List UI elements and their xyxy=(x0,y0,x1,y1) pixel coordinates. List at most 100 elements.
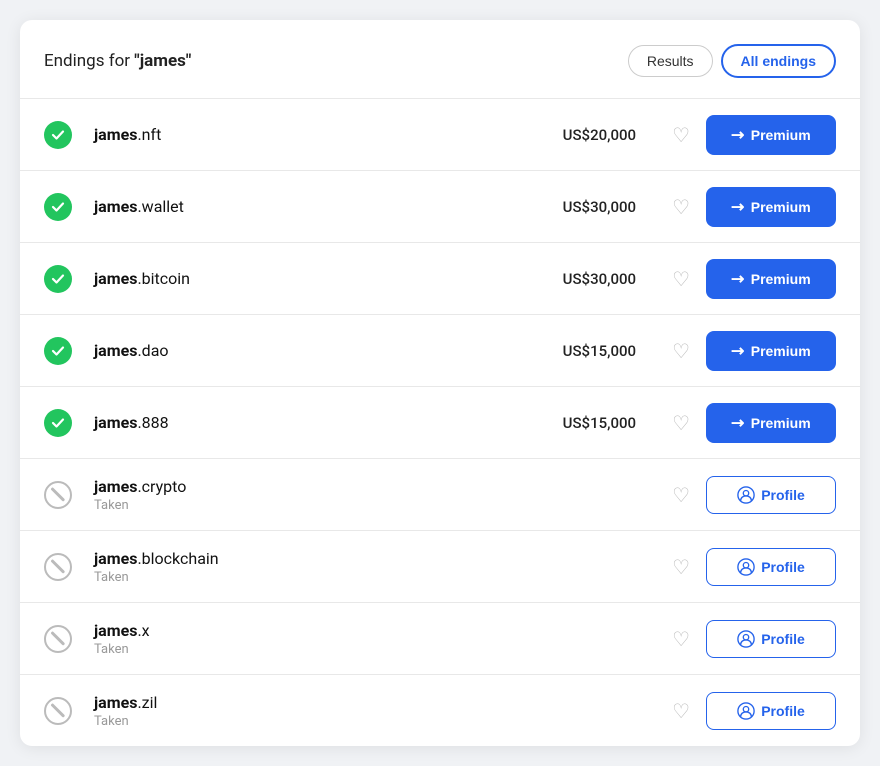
blocked-icon xyxy=(44,553,72,581)
table-row: james.zil Taken ♡ Profile xyxy=(20,674,860,746)
domain-base: james xyxy=(94,621,137,640)
profile-button[interactable]: Profile xyxy=(706,476,836,514)
table-row: james.walletUS$30,000♡↗Premium xyxy=(20,170,860,242)
profile-icon xyxy=(737,486,755,504)
premium-label: Premium xyxy=(751,127,811,143)
domain-ext: .blockchain xyxy=(137,549,218,568)
profile-label: Profile xyxy=(761,703,805,719)
domain-info: james.888 xyxy=(80,413,536,432)
domain-ext: .888 xyxy=(137,413,168,432)
domain-base: james xyxy=(94,197,137,216)
domain-base: james xyxy=(94,125,137,144)
favorite-icon[interactable]: ♡ xyxy=(656,699,706,723)
premium-button[interactable]: ↗Premium xyxy=(706,403,836,443)
premium-label: Premium xyxy=(751,415,811,431)
check-icon xyxy=(44,337,72,365)
favorite-icon[interactable]: ♡ xyxy=(656,483,706,507)
domain-info: james.wallet xyxy=(80,197,536,216)
domain-price: US$15,000 xyxy=(536,414,656,432)
status-icon xyxy=(44,193,80,221)
table-row: james.nftUS$20,000♡↗Premium xyxy=(20,98,860,170)
domain-taken-label: Taken xyxy=(94,570,536,585)
arrow-icon: ↗ xyxy=(726,267,750,291)
favorite-icon[interactable]: ♡ xyxy=(656,339,706,363)
premium-button[interactable]: ↗Premium xyxy=(706,331,836,371)
table-row: james.888US$15,000♡↗Premium xyxy=(20,386,860,458)
page-header: Endings for "james" Results All endings xyxy=(20,44,860,98)
results-button[interactable]: Results xyxy=(628,45,713,77)
domain-price: US$30,000 xyxy=(536,198,656,216)
domain-info: james.nft xyxy=(80,125,536,144)
domain-name: james.zil xyxy=(94,693,536,712)
domain-name: james.wallet xyxy=(94,197,536,216)
domain-name: james.blockchain xyxy=(94,549,536,568)
all-endings-button[interactable]: All endings xyxy=(721,44,836,78)
table-row: james.cryptoTaken ♡ Profile xyxy=(20,458,860,530)
status-icon xyxy=(44,121,80,149)
profile-label: Profile xyxy=(761,631,805,647)
domain-info: james.cryptoTaken xyxy=(80,477,536,513)
status-icon xyxy=(44,697,80,725)
domain-ext: .wallet xyxy=(137,197,183,216)
domain-price: US$30,000 xyxy=(536,270,656,288)
status-icon xyxy=(44,553,80,581)
profile-button[interactable]: Profile xyxy=(706,692,836,730)
status-icon xyxy=(44,409,80,437)
premium-button[interactable]: ↗Premium xyxy=(706,187,836,227)
check-icon xyxy=(44,121,72,149)
domain-info: james.blockchain Taken xyxy=(80,549,536,585)
arrow-icon: ↗ xyxy=(726,339,750,363)
domain-info: james.bitcoin xyxy=(80,269,536,288)
favorite-icon[interactable]: ♡ xyxy=(656,411,706,435)
table-row: james.daoUS$15,000♡↗Premium xyxy=(20,314,860,386)
profile-label: Profile xyxy=(761,559,805,575)
domain-ext: .zil xyxy=(137,693,157,712)
domain-base: james xyxy=(94,693,137,712)
premium-button[interactable]: ↗Premium xyxy=(706,259,836,299)
domain-name: james.dao xyxy=(94,341,536,360)
domain-ext: .bitcoin xyxy=(137,269,190,288)
domain-taken-label: Taken xyxy=(94,498,536,513)
status-icon xyxy=(44,265,80,293)
domain-base: james xyxy=(94,269,137,288)
favorite-icon[interactable]: ♡ xyxy=(656,555,706,579)
domain-base: james xyxy=(94,413,137,432)
domain-taken-label: Taken xyxy=(94,714,536,729)
favorite-icon[interactable]: ♡ xyxy=(656,123,706,147)
profile-icon xyxy=(737,702,755,720)
page-title: Endings for "james" xyxy=(44,51,191,71)
profile-button[interactable]: Profile xyxy=(706,548,836,586)
domain-table: james.nftUS$20,000♡↗Premium james.wallet… xyxy=(20,98,860,746)
table-row: james.bitcoinUS$30,000♡↗Premium xyxy=(20,242,860,314)
favorite-icon[interactable]: ♡ xyxy=(656,195,706,219)
premium-button[interactable]: ↗Premium xyxy=(706,115,836,155)
status-icon xyxy=(44,481,80,509)
favorite-icon[interactable]: ♡ xyxy=(656,267,706,291)
main-container: Endings for "james" Results All endings … xyxy=(20,20,860,746)
domain-info: james.zil Taken xyxy=(80,693,536,729)
premium-label: Premium xyxy=(751,199,811,215)
profile-icon xyxy=(737,630,755,648)
domain-info: james.dao xyxy=(80,341,536,360)
domain-name: james.nft xyxy=(94,125,536,144)
check-icon xyxy=(44,193,72,221)
domain-price: US$15,000 xyxy=(536,342,656,360)
domain-base: james xyxy=(94,549,137,568)
domain-name: james.888 xyxy=(94,413,536,432)
domain-base: james xyxy=(94,477,137,496)
premium-label: Premium xyxy=(751,343,811,359)
domain-price: US$20,000 xyxy=(536,126,656,144)
header-controls: Results All endings xyxy=(628,44,836,78)
check-icon xyxy=(44,409,72,437)
arrow-icon: ↗ xyxy=(726,195,750,219)
arrow-icon: ↗ xyxy=(726,411,750,435)
domain-ext: .dao xyxy=(137,341,168,360)
favorite-icon[interactable]: ♡ xyxy=(656,627,706,651)
profile-label: Profile xyxy=(761,487,805,503)
blocked-icon xyxy=(44,625,72,653)
blocked-icon xyxy=(44,697,72,725)
profile-icon xyxy=(737,558,755,576)
domain-taken-label: Taken xyxy=(94,642,536,657)
status-icon xyxy=(44,625,80,653)
profile-button[interactable]: Profile xyxy=(706,620,836,658)
